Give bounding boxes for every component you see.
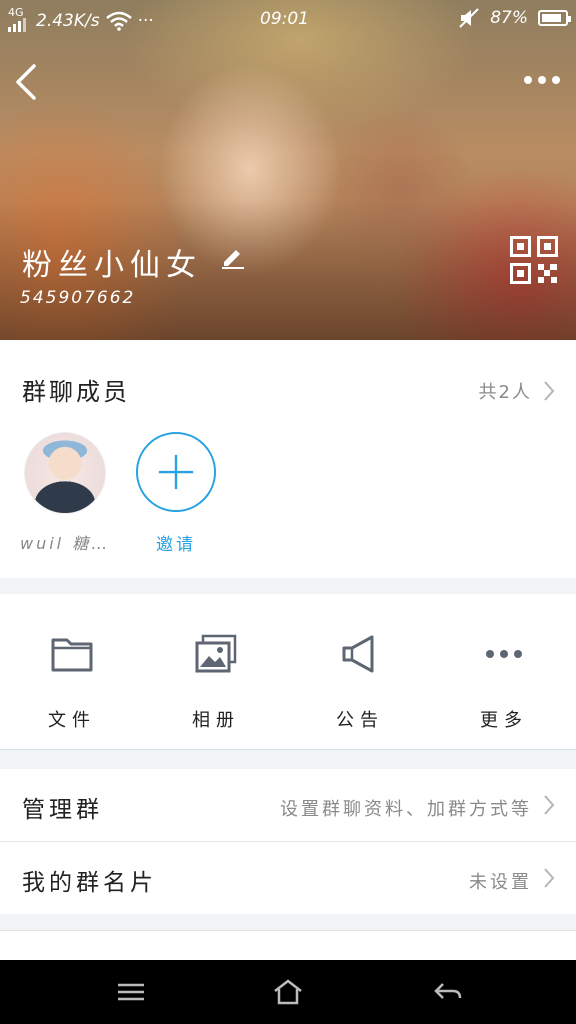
invite-label[interactable]: 邀请 [156,530,196,555]
more-options-button[interactable] [522,68,562,92]
member-avatar[interactable] [24,432,106,514]
manage-group-value: 设置群聊资料、加群方式等 [280,799,532,820]
invite-button[interactable] [136,432,216,512]
album-action[interactable]: 相册 [144,594,288,750]
network-speed: 2.43K/s [36,11,100,31]
chevron-right-icon [544,381,555,401]
mute-icon [459,8,479,28]
announcement-action[interactable]: 公告 [288,594,432,750]
manage-group-title: 管理群 [22,797,103,823]
system-nav-bar [0,960,576,1024]
chevron-right-icon [544,868,555,888]
group-name: 粉丝小仙女 [22,248,202,283]
my-group-card-row[interactable]: 我的群名片 未设置 [0,842,576,914]
group-actions-bar: 文件 相册 公告 更多 [0,594,576,750]
chevron-right-icon [544,795,555,815]
album-icon [195,634,237,673]
menu-icon[interactable] [114,978,148,1006]
home-icon[interactable] [271,978,305,1006]
signal-icon: 4G [8,7,30,34]
status-more-dots: ··· [137,11,154,31]
group-members-section[interactable]: 群聊成员 共2人 wuil 糖… 邀请 [0,340,576,578]
back-nav-icon[interactable] [431,978,465,1006]
members-count[interactable]: 共2人 [479,378,532,404]
more-dots-icon [486,650,522,658]
qr-code-icon[interactable] [510,236,558,284]
members-title: 群聊成员 [22,378,130,406]
megaphone-icon [342,635,374,673]
announcement-label: 公告 [336,710,384,731]
status-bar: 4G 2.43K/s ··· 09:01 87% [0,0,576,40]
battery-icon [538,10,571,26]
my-group-card-value: 未设置 [469,872,532,893]
group-id: 545907662 [20,288,136,308]
battery-fill [542,14,562,22]
folder-icon [51,638,93,672]
group-cover-photo[interactable]: 4G 2.43K/s ··· 09:01 87% 粉丝小仙女 545907662 [0,0,576,340]
my-group-card-title: 我的群名片 [22,870,157,896]
back-button[interactable] [12,62,42,102]
more-label: 更多 [480,710,528,731]
wifi-icon [105,11,132,31]
more-action[interactable]: 更多 [432,594,576,750]
member-name: wuil 糖… [20,534,111,553]
battery-percent: 87% [490,8,528,28]
clock: 09:01 [260,9,309,29]
album-label: 相册 [192,710,240,731]
files-action[interactable]: 文件 [0,594,144,750]
edit-name-icon[interactable] [220,244,246,270]
manage-group-row[interactable]: 管理群 设置群聊资料、加群方式等 [0,769,576,841]
files-label: 文件 [48,710,96,731]
